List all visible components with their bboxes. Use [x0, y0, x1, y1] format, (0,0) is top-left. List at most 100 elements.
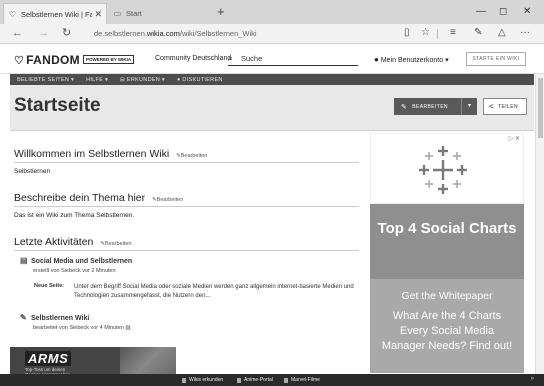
ad-body: Get the Whitepaper What Are the 4 Charts… [370, 279, 524, 373]
tab-start[interactable]: ▭ Start [109, 3, 213, 24]
section-text: Das ist ein Wiki zum Thema Selbstlernen. [14, 212, 135, 219]
new-page-snippet: Unter dem Begriff Social Media oder sozi… [74, 284, 354, 299]
fandom-global-nav: ♡ FANDOM POWERED BY WIKIA Community Deuts… [0, 44, 544, 74]
edit-link-label: Bearbeiten [104, 241, 132, 247]
footer-link-label: Wikis erkunden [189, 377, 224, 383]
new-page-label: Neue Seite: [34, 283, 64, 289]
activity-title: Social Media und Selbstlernen [31, 258, 133, 265]
user-icon: ● [374, 55, 379, 64]
ad-body-line: Get the Whitepaper [401, 290, 493, 302]
edit-button-label: BEARBEITEN [412, 103, 448, 110]
forward-button[interactable]: → [38, 27, 49, 40]
footer-link-wikis[interactable]: Wikis erkunden [182, 377, 223, 383]
scrollbar-thumb[interactable] [538, 78, 543, 138]
page-scrollbar[interactable] [535, 74, 544, 374]
ad-headline: Top 4 Social Charts [370, 204, 524, 279]
tab-label: Start [126, 9, 142, 18]
account-menu[interactable]: ● Mein Benutzerkonto ▾ [374, 55, 449, 64]
activity-item-link[interactable]: ▤ Social Media und Selbstlernen [20, 256, 132, 265]
share-icon[interactable]: △ [498, 27, 506, 38]
diff-icon[interactable]: ▧ [125, 325, 130, 331]
browser-tab-bar: ♡ Selbstlernen Wiki | Fand ✕ ▭ Start + —… [0, 0, 544, 24]
article-content: Willkommen im Selbstlernen Wiki ✎Bearbei… [10, 131, 362, 371]
advertisement[interactable]: ▷ ✕ Top 4 Social Charts Get the Whitepap… [370, 133, 524, 373]
pencil-icon: ✎ [401, 103, 408, 111]
more-icon[interactable]: ··· [520, 27, 530, 38]
section-text: Selbstlernen [14, 168, 51, 175]
chevron-down-icon: ▾ [445, 57, 449, 64]
new-tab-button[interactable]: + [217, 4, 225, 19]
nav-popular-pages[interactable]: BELIEBTE SEITEN ▾ [17, 77, 74, 83]
heart-icon: ♡ [8, 9, 17, 19]
tab-label: Selbstlernen Wiki | Fand [21, 9, 93, 19]
activity-meta: bearbeitet von Siebeck vor 4 Minuten ▧ [33, 325, 131, 331]
fandom-footer-bar: Wikis erkunden Anime-Portal Marvel-Filme… [0, 374, 544, 386]
new-page-icon: ▤ [20, 256, 28, 265]
fandom-logo-text: FANDOM [26, 53, 80, 67]
start-wiki-button[interactable]: STARTE EIN WIKI [466, 52, 526, 66]
section-edit-link[interactable]: ✎Bearbeiten [100, 241, 131, 247]
close-tab-icon[interactable]: ✕ [94, 9, 102, 20]
url-path: /wiki/Selbstlernen_Wiki [179, 29, 257, 38]
activity-meta-text: bearbeitet von Siebeck vor 4 Minuten [33, 325, 124, 331]
web-note-icon[interactable]: ✎ [474, 27, 482, 38]
activity-item-link[interactable]: ✎ Selbstlernen Wiki [20, 313, 89, 322]
section-heading-activity: Letzte Aktivitäten ✎Bearbeiten [14, 236, 359, 251]
hub-icon[interactable]: ≡ [450, 27, 456, 38]
heading-text: Willkommen im Selbstlernen Wiki [14, 148, 170, 160]
ad-choices-icon[interactable]: ▷ ✕ [509, 135, 520, 142]
nav-discuss[interactable]: ● DISKUTIEREN [177, 77, 223, 83]
nav-explore-label: ERKUNDEN ▾ [126, 76, 165, 83]
tableau-logo-icon [419, 146, 467, 194]
section-edit-link[interactable]: ✎Bearbeiten [176, 153, 207, 159]
url-domain: wikia.com [146, 29, 180, 38]
search-input[interactable]: ⌕ Suche [228, 53, 358, 66]
edit-link-label: Bearbeiten [180, 153, 208, 159]
arms-logo: ARMS [25, 351, 72, 366]
edit-dropdown-button[interactable]: ▾ [461, 98, 477, 115]
browser-nav-bar: ← → ↻ de.selbstlernen.wikia.com/wiki/Sel… [0, 24, 544, 44]
nav-explore[interactable]: ⊟ ERKUNDEN ▾ [120, 77, 165, 83]
section-edit-link[interactable]: ✎Bearbeiten [152, 197, 183, 203]
url-prefix: de.selbstlernen. [94, 29, 147, 38]
minimize-button[interactable]: — [476, 6, 486, 17]
nav-help[interactable]: HILFE ▾ [86, 77, 108, 83]
footer-item-icon [237, 377, 241, 383]
maximize-button[interactable]: ◻ [499, 6, 507, 17]
page-icon: ▭ [113, 9, 122, 18]
page-header: Startseite ✎ BEARBEITEN ▾ < TEILEN [10, 85, 534, 131]
nav-discuss-label: DISKUTIEREN [182, 76, 223, 83]
address-bar[interactable]: de.selbstlernen.wikia.com/wiki/Selbstler… [94, 29, 257, 38]
activity-title: Selbstlernen Wiki [31, 315, 90, 322]
community-link[interactable]: Community Deutschland [155, 55, 231, 62]
footer-link-label: Anime-Portal [244, 377, 273, 383]
heading-text: Beschreibe dein Thema hier [14, 192, 146, 204]
footer-link-anime[interactable]: Anime-Portal [237, 377, 273, 383]
wiki-local-nav: BELIEBTE SEITEN ▾ HILFE ▾ ⊟ ERKUNDEN ▾ ●… [10, 74, 534, 85]
footer-item-icon [284, 377, 288, 383]
footer-expand-icon[interactable]: » [531, 376, 534, 382]
share-button[interactable]: < TEILEN [483, 98, 527, 115]
footer-link-marvel[interactable]: Marvel-Filme [284, 377, 320, 383]
favorite-star-icon[interactable]: ☆ [421, 27, 430, 38]
section-heading-topic: Beschreibe dein Thema hier ✎Bearbeiten [14, 192, 359, 207]
account-label: Mein Benutzerkonto [380, 57, 444, 64]
search-placeholder: Suche [241, 54, 263, 63]
heading-text: Letzte Aktivitäten [14, 236, 94, 248]
back-button[interactable]: ← [12, 27, 23, 40]
tab-selbstlernen-wiki[interactable]: ♡ Selbstlernen Wiki | Fand ✕ [3, 3, 107, 24]
ad-cta[interactable]: What Are the 4 Charts Every Social Media… [370, 309, 524, 354]
activity-meta: erstellt von Siebeck vor 2 Minuten [33, 268, 116, 274]
edit-button[interactable]: ✎ BEARBEITEN [394, 98, 469, 115]
fandom-heart-icon: ♡ [14, 55, 25, 67]
ad-logo-area: ▷ ✕ [370, 133, 524, 204]
fandom-logo[interactable]: ♡ FANDOM [14, 53, 80, 67]
toolbar-divider [437, 29, 438, 39]
edit-link-label: Bearbeiten [156, 197, 184, 203]
arms-promo-banner[interactable]: ARMS Top-Toss um deinen Gegner auszuknoc… [10, 347, 176, 377]
search-icon: ⌕ [228, 53, 234, 63]
reading-view-icon[interactable]: ▯ [404, 27, 410, 38]
close-window-button[interactable]: ✕ [523, 6, 531, 17]
share-icon: < [489, 102, 495, 111]
refresh-button[interactable]: ↻ [62, 27, 71, 40]
